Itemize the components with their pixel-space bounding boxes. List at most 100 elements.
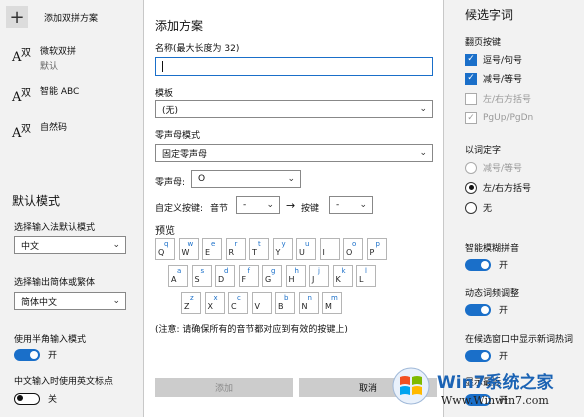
checkbox-empty-icon xyxy=(465,92,477,105)
keyboard-key-m: Mm xyxy=(322,292,342,314)
keyboard-key-t: Tt xyxy=(249,238,269,260)
key-letter: I xyxy=(322,248,325,257)
english-punct-toggle[interactable] xyxy=(14,392,40,405)
radio-empty-icon xyxy=(465,161,477,174)
add-button[interactable]: 添加 xyxy=(155,378,293,397)
partial-toggle[interactable] xyxy=(465,393,491,406)
radio-minus[interactable]: 减号/等号 xyxy=(465,161,522,174)
key-letter: D xyxy=(218,275,225,284)
input-default-value: 中文 xyxy=(21,241,40,252)
scheme-item-ziranma[interactable]: A双 自然码 xyxy=(12,120,67,141)
dyn-toggle-row: 开 xyxy=(465,303,508,316)
template-dropdown[interactable]: (无) ⌄ xyxy=(155,100,433,118)
dialog-title: 添加方案 xyxy=(155,19,204,33)
checkbox-pgupdn[interactable]: PgUp/PgDn xyxy=(465,112,533,124)
key-mapping: l xyxy=(365,267,367,275)
keyboard-key-q: Qq xyxy=(155,238,175,260)
dyn-toggle[interactable] xyxy=(465,303,491,316)
halfwidth-toggle[interactable] xyxy=(14,348,40,361)
radio-bracket[interactable]: 左/右方括号 xyxy=(465,181,531,194)
key-mapping: m xyxy=(331,294,338,302)
key-letter: U xyxy=(299,248,305,257)
halfwidth-state: 开 xyxy=(48,351,58,361)
candidate-title: 候选字词 xyxy=(465,8,514,22)
key-dropdown[interactable]: - ⌄ xyxy=(329,196,373,214)
zero-initial-value: 固定零声母 xyxy=(162,149,208,160)
cancel-button[interactable]: 取消 xyxy=(299,378,437,397)
default-mode-title: 默认模式 xyxy=(12,194,61,208)
scheme-item-microsoft[interactable]: A双 微软双拼 默认 xyxy=(12,44,76,72)
key-mapping: n xyxy=(307,294,312,302)
zero-key-dropdown[interactable]: O ⌄ xyxy=(191,170,301,188)
output-dropdown[interactable]: 简体中文 ⌄ xyxy=(14,292,126,310)
chevron-down-icon: ⌄ xyxy=(419,104,427,114)
key-label: 按键 xyxy=(301,204,320,214)
keyboard-key-r: Rr xyxy=(225,238,246,260)
keyboard-key-d: Dd xyxy=(215,265,235,287)
word-pick-label: 以词定字 xyxy=(465,146,502,156)
chevron-down-icon: ⌄ xyxy=(419,148,427,158)
english-punct-label: 中文输入时使用英文标点 xyxy=(14,377,114,387)
add-scheme-dialog: 添加方案 名称(最大长度为 32) 模板 (无) ⌄ 零声母模式 固定零声母 ⌄… xyxy=(143,0,444,417)
halfwidth-label: 使用半角输入模式 xyxy=(14,335,87,345)
english-punct-state: 关 xyxy=(48,395,58,405)
keyboard-key-u: Uu xyxy=(296,238,316,260)
key-letter: L xyxy=(359,275,364,284)
key-mapping: w xyxy=(187,240,194,248)
keyboard-key-k: Kk xyxy=(332,265,353,287)
input-default-dropdown[interactable]: 中文 ⌄ xyxy=(14,236,126,254)
key-mapping: h xyxy=(294,267,299,275)
hot-toggle[interactable] xyxy=(465,349,491,362)
candidate-settings: 候选字词 翻页按键 逗号/句号 减号/等号 左/右方括号 PgUp/PgDn 以… xyxy=(445,0,584,417)
scheme-name: 微软双拼 xyxy=(40,47,77,57)
key-letter: R xyxy=(228,248,235,257)
keyboard-key-y: Yy xyxy=(272,238,293,260)
key-mapping: x xyxy=(213,294,218,302)
keyboard-key-f: Ff xyxy=(238,265,259,287)
keyboard-key-e: Ee xyxy=(202,238,222,260)
chevron-down-icon: ⌄ xyxy=(359,200,367,210)
key-letter: J xyxy=(312,275,315,284)
syllable-dropdown[interactable]: - ⌄ xyxy=(236,196,280,214)
dyn-label: 动态词频调整 xyxy=(465,289,520,299)
keyboard-preview: QqWwEeRrTtYyUuIOoPpAaSsDdFfGgHhJjKkLlZzX… xyxy=(155,238,433,318)
checkbox-minus[interactable]: 减号/等号 xyxy=(465,72,522,85)
key-mapping: p xyxy=(375,240,380,248)
fuzzy-toggle[interactable] xyxy=(465,258,491,271)
scheme-item-abc[interactable]: A双 智能 ABC xyxy=(12,84,80,105)
scheme-name: 智能 ABC xyxy=(40,87,80,97)
scheme-name-input[interactable] xyxy=(155,57,433,76)
keyboard-key-n: Nn xyxy=(298,292,319,314)
fuzzy-label: 智能模糊拼音 xyxy=(465,244,520,254)
key-mapping: r xyxy=(234,240,238,248)
key-letter: K xyxy=(335,275,341,284)
key-letter: O xyxy=(346,248,353,257)
key-letter: P xyxy=(369,248,375,257)
checkbox-checked-icon xyxy=(465,53,477,66)
ime-icon: A双 xyxy=(12,48,31,65)
keyboard-key-l: Ll xyxy=(356,265,376,287)
checkbox-comma[interactable]: 逗号/句号 xyxy=(465,53,522,66)
ime-icon: A双 xyxy=(12,88,31,105)
key-mapping: s xyxy=(200,267,205,275)
key-mapping: t xyxy=(258,240,261,248)
key-letter: X xyxy=(207,302,213,311)
key-letter: C xyxy=(231,302,237,311)
partial-toggle-row: 开 xyxy=(465,393,508,406)
partial-state: 开 xyxy=(499,396,509,406)
add-scheme-button[interactable]: + 添加双拼方案 xyxy=(6,6,98,28)
chevron-down-icon: ⌄ xyxy=(287,174,295,184)
fuzzy-state: 开 xyxy=(499,261,509,271)
checkbox-bracket[interactable]: 左/右方括号 xyxy=(465,92,531,105)
key-mapping: a xyxy=(177,267,182,275)
key-mapping: j xyxy=(318,267,320,275)
checkbox-pgupdn-label: PgUp/PgDn xyxy=(483,113,534,123)
key-value: - xyxy=(336,200,340,210)
zero-initial-dropdown[interactable]: 固定零声母 ⌄ xyxy=(155,144,433,162)
hot-state: 开 xyxy=(499,352,509,362)
radio-bracket-label: 左/右方括号 xyxy=(483,184,532,194)
key-letter: S xyxy=(194,275,200,284)
keyboard-key-h: Hh xyxy=(285,265,306,287)
key-letter: M xyxy=(325,302,332,311)
radio-none[interactable]: 无 xyxy=(465,201,492,214)
